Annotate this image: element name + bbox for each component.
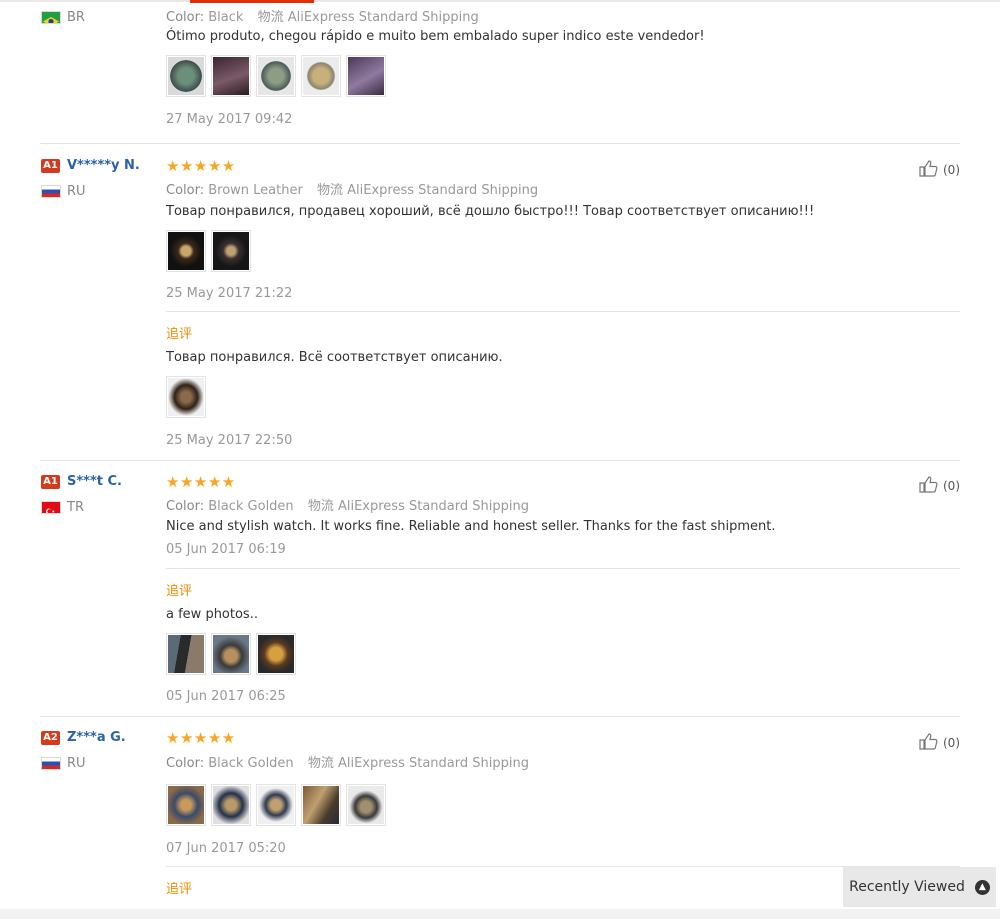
color-label: Color:	[166, 10, 205, 25]
shipping-prefix: 物流	[307, 499, 334, 514]
helpful-count: (0)	[943, 478, 960, 493]
buyer-name[interactable]: Z***a G.	[67, 730, 126, 745]
shipping-prefix: 物流	[257, 10, 284, 25]
buyer-level-badge: A1	[41, 475, 60, 489]
review-photo-thumbnail[interactable]	[166, 55, 206, 97]
buyer-level-badge: A2	[41, 731, 60, 745]
review-divider	[40, 143, 960, 144]
flag-br-icon	[41, 11, 61, 24]
review-photo-thumbnail[interactable]	[211, 55, 251, 97]
review-photo-thumbnail[interactable]	[211, 633, 251, 675]
chevron-up-icon[interactable]: ▲	[974, 879, 990, 895]
country-code: TR	[67, 500, 84, 515]
country-code: BR	[67, 10, 85, 25]
sku-info: Color: Black 物流 AliExpress Standard Ship…	[166, 6, 479, 25]
color-value: Black Golden	[208, 756, 294, 771]
color-label: Color:	[166, 499, 205, 514]
review-date: 05 Jun 2017 06:19	[166, 542, 286, 557]
color-value: Black Golden	[208, 499, 294, 514]
review-photo-thumbnail[interactable]	[166, 633, 206, 675]
flag-ru-icon	[41, 185, 61, 198]
review-photo-thumbnail[interactable]	[256, 633, 296, 675]
review-text: Ótimo produto, chegou rápido e muito bem…	[166, 29, 705, 44]
followup-text: Товар понравился. Всё соответствует опис…	[166, 350, 503, 365]
review-text: Товар понравился, продавец хороший, всё …	[166, 204, 815, 219]
buyer-name[interactable]: S***t C.	[67, 474, 122, 489]
photo-strip	[166, 633, 296, 677]
followup-label: 追评	[166, 882, 193, 897]
review-photo-thumbnail[interactable]	[166, 784, 206, 826]
review-text: Nice and stylish watch. It works fine. R…	[166, 519, 776, 534]
review-photo-thumbnail[interactable]	[301, 784, 341, 826]
followup-date: 25 May 2017 22:50	[166, 433, 293, 448]
star-rating: ★★★★★	[166, 729, 236, 747]
recently-viewed-label: Recently Viewed	[849, 879, 965, 895]
shipping-method: AliExpress Standard Shipping	[347, 183, 539, 198]
review-photo-thumbnail[interactable]	[346, 55, 386, 97]
photo-strip	[166, 230, 251, 274]
color-label: Color:	[166, 756, 205, 771]
review-photo-thumbnail[interactable]	[256, 55, 296, 97]
thumbs-up-icon[interactable]	[918, 159, 940, 180]
recently-viewed-button[interactable]: Recently Viewed ▲	[843, 867, 996, 907]
shipping-prefix: 物流	[316, 183, 343, 198]
color-value: Black	[208, 10, 244, 25]
page-bottom-bar	[0, 909, 1000, 919]
country-code: RU	[67, 184, 86, 199]
shipping-method: AliExpress Standard Shipping	[337, 499, 529, 514]
photo-strip	[166, 55, 386, 99]
star-rating: ★★★★★	[166, 473, 236, 491]
color-value: Brown Leather	[208, 183, 303, 198]
buyer-level-badge: A1	[41, 159, 60, 173]
review-photo-thumbnail[interactable]	[211, 784, 251, 826]
thumbs-up-icon[interactable]	[918, 475, 940, 496]
helpful-vote[interactable]: (0)	[918, 475, 960, 496]
buyer-name[interactable]: V*****y N.	[67, 158, 140, 173]
sku-info: Color: Black Golden 物流 AliExpress Standa…	[166, 752, 529, 771]
flag-tr-icon	[41, 501, 61, 514]
review-photo-thumbnail[interactable]	[211, 230, 251, 272]
helpful-vote[interactable]: (0)	[918, 732, 960, 753]
shipping-method: AliExpress Standard Shipping	[287, 10, 479, 25]
review-date: 25 May 2017 21:22	[166, 286, 293, 301]
color-label: Color:	[166, 183, 205, 198]
helpful-count: (0)	[943, 735, 960, 750]
review-date: 27 May 2017 09:42	[166, 112, 293, 127]
helpful-vote[interactable]: (0)	[918, 159, 960, 180]
photo-strip	[166, 376, 206, 420]
shipping-method: AliExpress Standard Shipping	[337, 756, 529, 771]
review-photo-thumbnail[interactable]	[166, 376, 206, 418]
followup-divider	[166, 866, 960, 867]
review-date: 07 Jun 2017 05:20	[166, 841, 286, 856]
review-photo-thumbnail[interactable]	[346, 784, 386, 826]
review-photo-thumbnail[interactable]	[301, 55, 341, 97]
followup-divider	[166, 311, 960, 312]
followup-label: 追评	[166, 584, 193, 599]
review-divider	[40, 460, 960, 461]
followup-divider	[166, 568, 960, 569]
photo-strip	[166, 784, 386, 828]
review-photo-thumbnail[interactable]	[256, 784, 296, 826]
followup-date: 05 Jun 2017 06:25	[166, 689, 286, 704]
sku-info: Color: Black Golden 物流 AliExpress Standa…	[166, 495, 529, 514]
shipping-prefix: 物流	[307, 756, 334, 771]
thumbs-up-icon[interactable]	[918, 732, 940, 753]
flag-ru-icon	[41, 757, 61, 770]
star-rating: ★★★★★	[166, 157, 236, 175]
review-photo-thumbnail[interactable]	[166, 230, 206, 272]
review-divider	[40, 716, 960, 717]
followup-label: 追评	[166, 327, 193, 342]
feedback-list: BR Color: Black 物流 AliExpress Standard S…	[0, 0, 1000, 919]
country-code: RU	[67, 756, 86, 771]
followup-text: a few photos..	[166, 607, 258, 622]
sku-info: Color: Brown Leather 物流 AliExpress Stand…	[166, 179, 538, 198]
helpful-count: (0)	[943, 162, 960, 177]
